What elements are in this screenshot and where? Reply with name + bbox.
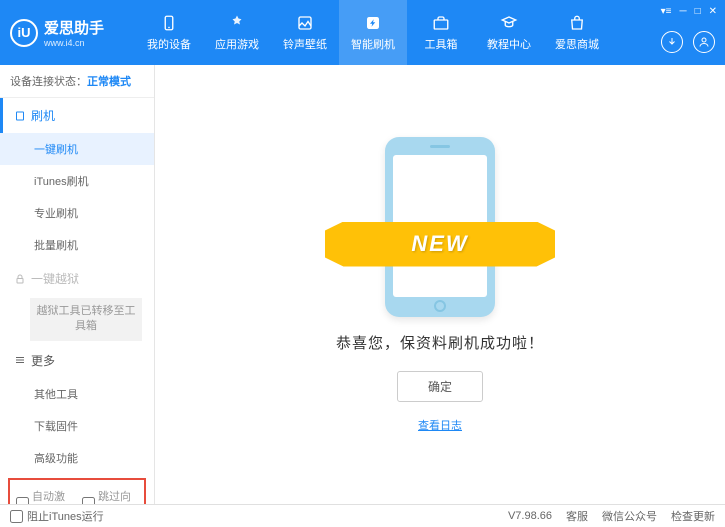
sidebar: 设备连接状态：正常模式 刷机 一键刷机 iTunes刷机 专业刷机 批量刷机 一… <box>0 65 155 504</box>
status-label: 设备连接状态： <box>10 76 87 88</box>
shop-icon <box>568 14 586 32</box>
toolbox-icon <box>432 14 450 32</box>
group-label: 刷机 <box>31 107 55 124</box>
options-highlight-box: 自动激活 跳过向导 <box>8 478 146 504</box>
support-link[interactable]: 客服 <box>566 508 588 524</box>
nav-label: 智能刷机 <box>351 36 395 52</box>
wallpaper-icon <box>296 14 314 32</box>
nav-shop[interactable]: 爱思商城 <box>543 0 611 65</box>
more-icon <box>14 354 26 366</box>
group-more[interactable]: 更多 <box>0 343 154 378</box>
connection-status: 设备连接状态：正常模式 <box>0 65 154 98</box>
group-flash[interactable]: 刷机 <box>0 98 154 133</box>
nav-toolbox[interactable]: 工具箱 <box>407 0 475 65</box>
version-label: V7.98.66 <box>508 510 552 522</box>
nav-smart-flash[interactable]: 智能刷机 <box>339 0 407 65</box>
status-mode: 正常模式 <box>87 76 131 88</box>
nav-label: 我的设备 <box>147 36 191 52</box>
menu-icon[interactable]: ▾≡ <box>661 6 672 17</box>
nav-apps[interactable]: 应用游戏 <box>203 0 271 65</box>
device-icon <box>160 14 178 32</box>
sidebar-item-batch-flash[interactable]: 批量刷机 <box>0 229 154 261</box>
sidebar-item-onekey-flash[interactable]: 一键刷机 <box>0 133 154 165</box>
group-jailbreak: 一键越狱 <box>0 261 154 296</box>
nav-label: 爱思商城 <box>555 36 599 52</box>
nav-ringtones[interactable]: 铃声壁纸 <box>271 0 339 65</box>
sidebar-menu: 刷机 一键刷机 iTunes刷机 专业刷机 批量刷机 一键越狱 越狱工具已转移至… <box>0 98 154 504</box>
cb-skip-guide[interactable]: 跳过向导 <box>82 488 138 504</box>
group-label: 更多 <box>31 352 55 369</box>
nav-label: 铃声壁纸 <box>283 36 327 52</box>
sidebar-item-advanced[interactable]: 高级功能 <box>0 442 154 474</box>
nav-tutorials[interactable]: 教程中心 <box>475 0 543 65</box>
sidebar-item-download-firmware[interactable]: 下载固件 <box>0 410 154 442</box>
cb-auto-activate[interactable]: 自动激活 <box>16 488 72 504</box>
main-content: NEW 恭喜您，保资料刷机成功啦！ 确定 查看日志 <box>155 65 725 504</box>
nav-label: 教程中心 <box>487 36 531 52</box>
success-illustration: NEW <box>340 137 540 317</box>
ok-button[interactable]: 确定 <box>397 371 483 402</box>
view-log-link[interactable]: 查看日志 <box>418 417 462 433</box>
user-button[interactable] <box>693 31 715 53</box>
new-ribbon: NEW <box>325 222 555 267</box>
nav-label: 应用游戏 <box>215 36 259 52</box>
app-title: 爱思助手 <box>44 20 104 37</box>
folder-icon <box>14 110 26 122</box>
app-subtitle: www.i4.cn <box>44 38 104 48</box>
group-label: 一键越狱 <box>31 270 79 287</box>
logo-icon: iU <box>10 19 38 47</box>
sidebar-item-other-tools[interactable]: 其他工具 <box>0 378 154 410</box>
download-button[interactable] <box>661 31 683 53</box>
wechat-link[interactable]: 微信公众号 <box>602 508 657 524</box>
footer: 阻止iTunes运行 V7.98.66 客服 微信公众号 检查更新 <box>0 504 725 527</box>
sidebar-item-itunes-flash[interactable]: iTunes刷机 <box>0 165 154 197</box>
flash-icon <box>364 14 382 32</box>
logo-area: iU 爱思助手 www.i4.cn <box>10 17 135 48</box>
close-icon[interactable]: ✕ <box>709 6 717 17</box>
minimize-icon[interactable]: ─ <box>679 6 686 17</box>
nav-label: 工具箱 <box>425 36 458 52</box>
apps-icon <box>228 14 246 32</box>
cb-block-itunes[interactable]: 阻止iTunes运行 <box>10 508 104 524</box>
top-nav: 我的设备 应用游戏 铃声壁纸 智能刷机 工具箱 教程中心 爱思商城 <box>135 0 611 65</box>
window-controls: ▾≡ ─ □ ✕ <box>661 6 717 17</box>
success-message: 恭喜您，保资料刷机成功啦！ <box>336 332 544 353</box>
tutorial-icon <box>500 14 518 32</box>
app-header: iU 爱思助手 www.i4.cn 我的设备 应用游戏 铃声壁纸 智能刷机 工具… <box>0 0 725 65</box>
maximize-icon[interactable]: □ <box>695 6 701 17</box>
sidebar-item-pro-flash[interactable]: 专业刷机 <box>0 197 154 229</box>
lock-icon <box>14 273 26 285</box>
jailbreak-moved-notice: 越狱工具已转移至工具箱 <box>30 298 142 341</box>
nav-my-device[interactable]: 我的设备 <box>135 0 203 65</box>
update-link[interactable]: 检查更新 <box>671 508 715 524</box>
